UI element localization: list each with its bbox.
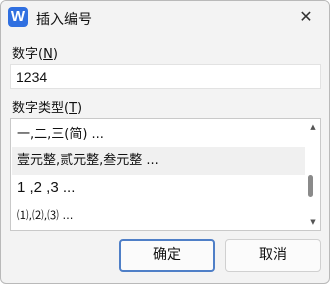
scrollbar-thumb[interactable]	[308, 175, 313, 197]
list-item-selected[interactable]: 壹元整,贰元整,叁元整 ...	[12, 147, 305, 175]
scroll-up-arrow-icon[interactable]: ▲	[306, 121, 320, 133]
close-button[interactable]: ✕	[291, 3, 321, 31]
number-type-list[interactable]: 一,二,三(简) ... 壹元整,贰元整,叁元整 ... 1 ,2 ,3 ...…	[10, 118, 321, 231]
list-item[interactable]: ⑴,⑵,⑶ ...	[12, 201, 305, 229]
ok-button[interactable]: 确定	[119, 239, 215, 272]
number-label: 数字(N)	[12, 47, 58, 62]
number-hotkey: N	[43, 47, 53, 62]
close-icon: ✕	[299, 7, 313, 26]
number-type-label: 数字类型(T)	[12, 101, 83, 116]
insert-number-dialog: W 插入编号 ✕ 数字(N) 数字类型(T) 一,二,三(简) ... 壹元整,…	[0, 0, 330, 284]
list-item[interactable]: 1 ,2 ,3 ...	[12, 174, 305, 202]
number-input[interactable]	[10, 64, 321, 89]
type-hotkey: T	[69, 101, 78, 116]
wps-writer-icon: W	[8, 7, 28, 27]
dialog-title: 插入编号	[36, 12, 92, 28]
title-bar: W 插入编号 ✕	[1, 1, 329, 34]
cancel-button[interactable]: 取消	[225, 239, 321, 272]
scroll-down-arrow-icon[interactable]: ▼	[306, 216, 320, 228]
list-item[interactable]: 一,二,三(简) ...	[12, 121, 305, 149]
